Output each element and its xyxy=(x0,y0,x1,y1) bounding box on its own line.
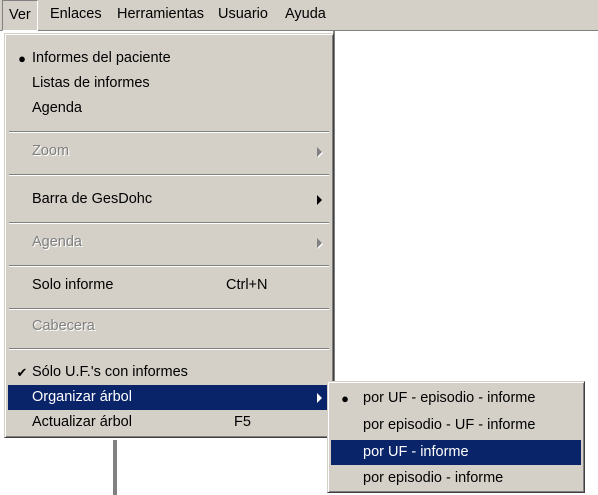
menu-item-agenda[interactable]: Agenda xyxy=(8,96,330,121)
menu-item-barra-gesdohc[interactable]: Barra de GesDohc xyxy=(8,187,330,212)
submenu-arrow-icon xyxy=(317,147,322,157)
menu-item-listas-informes[interactable]: Listas de informes xyxy=(8,71,330,96)
shortcut-label: Ctrl+N xyxy=(226,277,268,293)
menu-item-actualizar-arbol[interactable]: Actualizar árbol F5 xyxy=(8,410,330,435)
menu-herramientas[interactable]: Herramientas xyxy=(111,0,210,31)
submenu-arrow-icon xyxy=(317,195,322,205)
menu-item-informes-paciente[interactable]: ● Informes del paciente xyxy=(8,46,330,71)
menu-separator xyxy=(9,174,329,176)
menu-bar: Ver Enlaces Herramientas Usuario Ayuda xyxy=(0,0,598,31)
app-window: Ver Enlaces Herramientas Usuario Ayuda ●… xyxy=(0,0,598,495)
organizar-arbol-submenu: ● por UF - episodio - informe por episod… xyxy=(327,381,585,493)
menu-separator xyxy=(9,131,329,133)
menu-separator xyxy=(9,308,329,310)
radio-bullet-icon: ● xyxy=(18,51,26,66)
menu-separator xyxy=(9,222,329,224)
menu-item-organizar-arbol[interactable]: Organizar árbol xyxy=(8,385,330,410)
pane-splitter[interactable] xyxy=(113,440,117,495)
menu-enlaces[interactable]: Enlaces xyxy=(44,0,108,31)
menu-ver[interactable]: Ver xyxy=(2,0,38,31)
submenu-item-uf-informe[interactable]: por UF - informe xyxy=(331,440,581,465)
shortcut-label: F5 xyxy=(234,414,251,430)
radio-bullet-icon: ● xyxy=(341,391,349,406)
menu-item-agenda-submenu: Agenda xyxy=(8,230,330,255)
menu-separator xyxy=(9,348,329,350)
submenu-arrow-icon xyxy=(317,393,322,403)
ver-dropdown-menu: ● Informes del paciente Listas de inform… xyxy=(4,33,334,438)
menu-separator xyxy=(9,265,329,267)
submenu-item-episodio-informe[interactable]: por episodio - informe xyxy=(331,467,581,489)
submenu-item-uf-episodio-informe[interactable]: ● por UF - episodio - informe xyxy=(331,386,581,411)
menu-item-solo-uf-informes[interactable]: ✔ Sólo U.F.'s con informes xyxy=(8,360,330,385)
menu-item-solo-informe[interactable]: Solo informe Ctrl+N xyxy=(8,273,330,298)
checkmark-icon: ✔ xyxy=(16,365,28,380)
submenu-item-episodio-uf-informe[interactable]: por episodio - UF - informe xyxy=(331,413,581,438)
menu-ayuda[interactable]: Ayuda xyxy=(279,0,332,31)
submenu-arrow-icon xyxy=(317,238,322,248)
menu-usuario[interactable]: Usuario xyxy=(212,0,274,31)
menu-item-cabecera: Cabecera xyxy=(32,318,95,334)
menu-item-zoom: Zoom xyxy=(8,139,330,164)
